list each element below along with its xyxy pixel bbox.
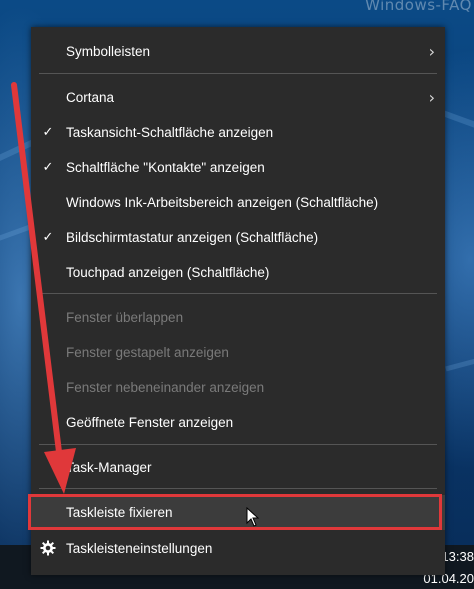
menu-item-label: Cortana — [66, 90, 115, 105]
menu-item-label: Symbolleisten — [66, 44, 151, 59]
menu-item-label: Fenster gestapelt anzeigen — [66, 345, 229, 360]
menu-item-label: Geöffnete Fenster anzeigen — [66, 415, 234, 430]
gear-icon — [40, 540, 56, 556]
menu-separator — [39, 444, 437, 445]
menu-item-taskansicht[interactable]: ✓ Taskansicht-Schaltfläche anzeigen — [31, 115, 445, 150]
menu-item-label: Taskleiste fixieren — [66, 505, 173, 520]
menu-item-label: Taskleisteneinstellungen — [66, 541, 213, 556]
menu-item-label: Taskansicht-Schaltfläche anzeigen — [66, 125, 274, 140]
menu-item-kontakte[interactable]: ✓ Schaltfläche "Kontakte" anzeigen — [31, 150, 445, 185]
menu-item-taskleiste-fixieren[interactable]: Taskleiste fixieren — [31, 495, 445, 530]
menu-item-fenster-ueberlappen: Fenster überlappen — [31, 300, 445, 335]
menu-item-label: Windows Ink-Arbeitsbereich anzeigen (Sch… — [66, 195, 379, 210]
menu-separator — [39, 293, 437, 294]
taskbar-context-menu: Symbolleisten › Cortana › ✓ Taskansicht-… — [31, 27, 445, 575]
menu-separator — [39, 73, 437, 74]
menu-item-taskleisteneinstellungen[interactable]: Taskleisteneinstellungen — [31, 531, 445, 566]
menu-item-touchpad[interactable]: Touchpad anzeigen (Schaltfläche) — [31, 255, 445, 290]
menu-item-cortana[interactable]: Cortana › — [31, 80, 445, 115]
checkmark-icon: ✓ — [42, 125, 54, 140]
menu-separator — [39, 488, 437, 489]
menu-item-label: Task-Manager — [66, 460, 152, 475]
menu-item-label: Fenster nebeneinander anzeigen — [66, 380, 265, 395]
menu-item-label: Bildschirmtastatur anzeigen (Schaltfläch… — [66, 230, 319, 245]
chevron-right-icon: › — [428, 88, 435, 107]
clock-time: 13:38 — [441, 549, 474, 564]
menu-item-geoeffnete-fenster[interactable]: Geöffnete Fenster anzeigen — [31, 405, 445, 440]
checkmark-icon: ✓ — [42, 160, 54, 175]
watermark: Windows-FAQ — [365, 0, 472, 14]
menu-item-task-manager[interactable]: Task-Manager — [31, 450, 445, 485]
menu-item-bildschirmtastatur[interactable]: ✓ Bildschirmtastatur anzeigen (Schaltflä… — [31, 220, 445, 255]
menu-item-fenster-gestapelt: Fenster gestapelt anzeigen — [31, 335, 445, 370]
menu-item-symbolleisten[interactable]: Symbolleisten › — [31, 34, 445, 69]
checkmark-icon: ✓ — [42, 230, 54, 245]
mouse-cursor-icon — [246, 507, 260, 527]
menu-item-label: Touchpad anzeigen (Schaltfläche) — [66, 265, 270, 280]
menu-item-windows-ink[interactable]: Windows Ink-Arbeitsbereich anzeigen (Sch… — [31, 185, 445, 220]
wallpaper-light-beam — [440, 109, 474, 137]
chevron-right-icon: › — [428, 42, 435, 61]
wallpaper-light-beam — [445, 353, 474, 372]
menu-item-label: Schaltfläche "Kontakte" anzeigen — [66, 160, 265, 175]
menu-item-fenster-nebeneinander: Fenster nebeneinander anzeigen — [31, 370, 445, 405]
menu-item-label: Fenster überlappen — [66, 310, 184, 325]
